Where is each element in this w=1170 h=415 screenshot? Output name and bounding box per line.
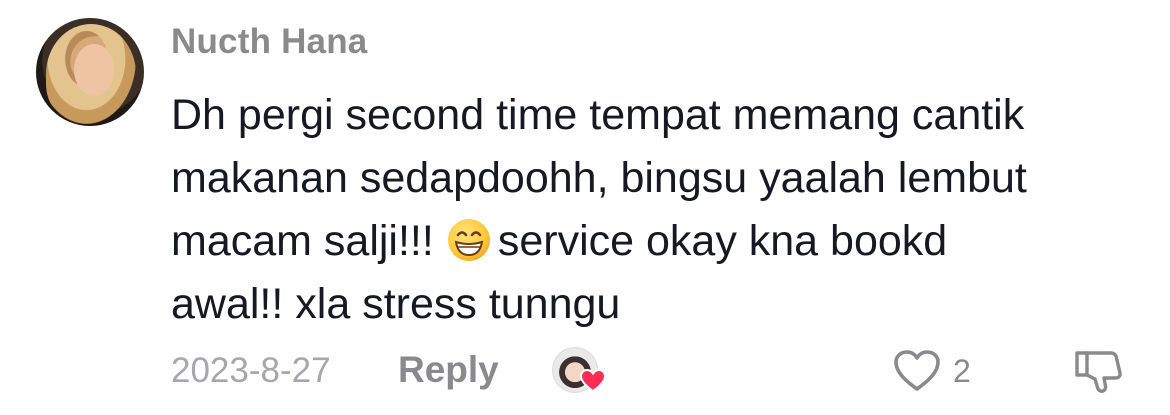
reply-button[interactable]: Reply (398, 349, 499, 391)
avatar-face (74, 44, 114, 96)
like-count: 2 (953, 352, 971, 389)
liked-heart-icon (580, 369, 606, 393)
heart-outline-icon (894, 350, 940, 391)
comment-text-line-1: Dh pergi second time tempat memang canti… (171, 91, 1025, 139)
comment-text-line-3b: service okay kna bookd (497, 217, 948, 265)
comment-username[interactable]: Nucth Hana (171, 22, 367, 62)
thumbs-down-outline-icon[interactable] (1073, 347, 1125, 395)
comment-item: Nucth Hana Dh pergi second time tempat m… (0, 0, 1170, 415)
comment-text-line-2: makanan sedapdoohh, bingsu yaalah lembut (171, 154, 1027, 202)
comment-meta-row: 2023-8-27 Reply 2 (171, 345, 1151, 395)
like-button[interactable]: 2 (893, 347, 971, 395)
comment-text-line-3a: macam salji!!! (171, 217, 434, 265)
comment-text-line-4: awal!! xla stress tunngu (171, 280, 621, 328)
comment-date: 2023-8-27 (171, 351, 331, 390)
grinning-face-emoji-icon (447, 219, 490, 261)
user-avatar-icon[interactable] (36, 18, 144, 126)
comment-text: Dh pergi second time tempat memang canti… (171, 84, 1131, 336)
creator-liked-badge (552, 347, 606, 395)
comment-text-line-3: macam salji!!! service okay kna bookd (171, 210, 1131, 273)
